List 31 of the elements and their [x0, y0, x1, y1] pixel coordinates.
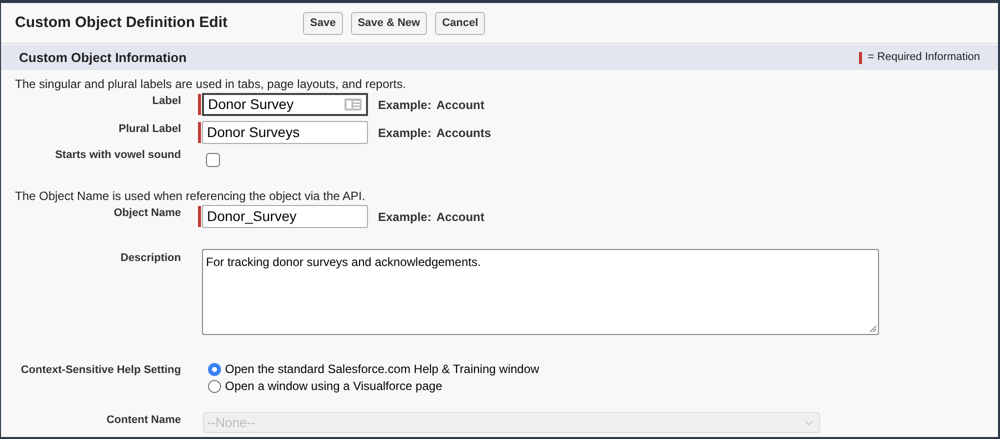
checkbox[interactable] — [206, 153, 220, 167]
example-value: Account — [436, 208, 484, 226]
required-marker — [858, 52, 862, 64]
toolbar-button[interactable]: Save — [303, 12, 343, 34]
example-value: Account — [436, 96, 484, 114]
field-label: Content Name — [106, 414, 181, 426]
resize-grip-icon[interactable] — [869, 325, 877, 333]
required-legend: = Required Information — [868, 49, 980, 66]
field-label: Context-Sensitive Help Setting — [20, 364, 181, 376]
example-label: Example: — [378, 124, 432, 142]
field-label: Label — [152, 95, 181, 107]
field-label: Object Name — [114, 207, 181, 219]
toolbar-button[interactable]: Save & New — [350, 12, 428, 34]
example-label: Example: — [378, 96, 432, 114]
field-label: Description — [120, 252, 181, 264]
section-title: Custom Object Information — [19, 48, 187, 67]
field-label: Starts with vowel sound — [55, 149, 181, 161]
description-field[interactable]: For tracking donor surveys and acknowledgements. — [202, 249, 879, 335]
toolbar-button[interactable]: Cancel — [435, 12, 486, 34]
page-title: Custom Object Definition Edit — [15, 12, 228, 33]
radio-option[interactable]: Open the standard Salesforce.com Help & Training window — [208, 362, 540, 377]
example-label: Example: — [378, 208, 432, 226]
radio-option[interactable]: Open a window using a Visualforce page — [208, 379, 540, 394]
text-field[interactable]: Donor Survey — [202, 93, 368, 116]
contact-card-icon — [344, 98, 362, 111]
text-field[interactable]: Donor_Survey — [202, 205, 368, 228]
field-label: Plural Label — [118, 123, 181, 135]
section-intro: The Object Name is used when referencing the object via the API. — [14, 189, 366, 203]
section-intro: The singular and plural labels are used in tabs, page layouts, and reports. — [14, 77, 407, 91]
example-value: Accounts — [436, 124, 492, 142]
text-field[interactable]: Donor Surveys — [202, 121, 368, 144]
